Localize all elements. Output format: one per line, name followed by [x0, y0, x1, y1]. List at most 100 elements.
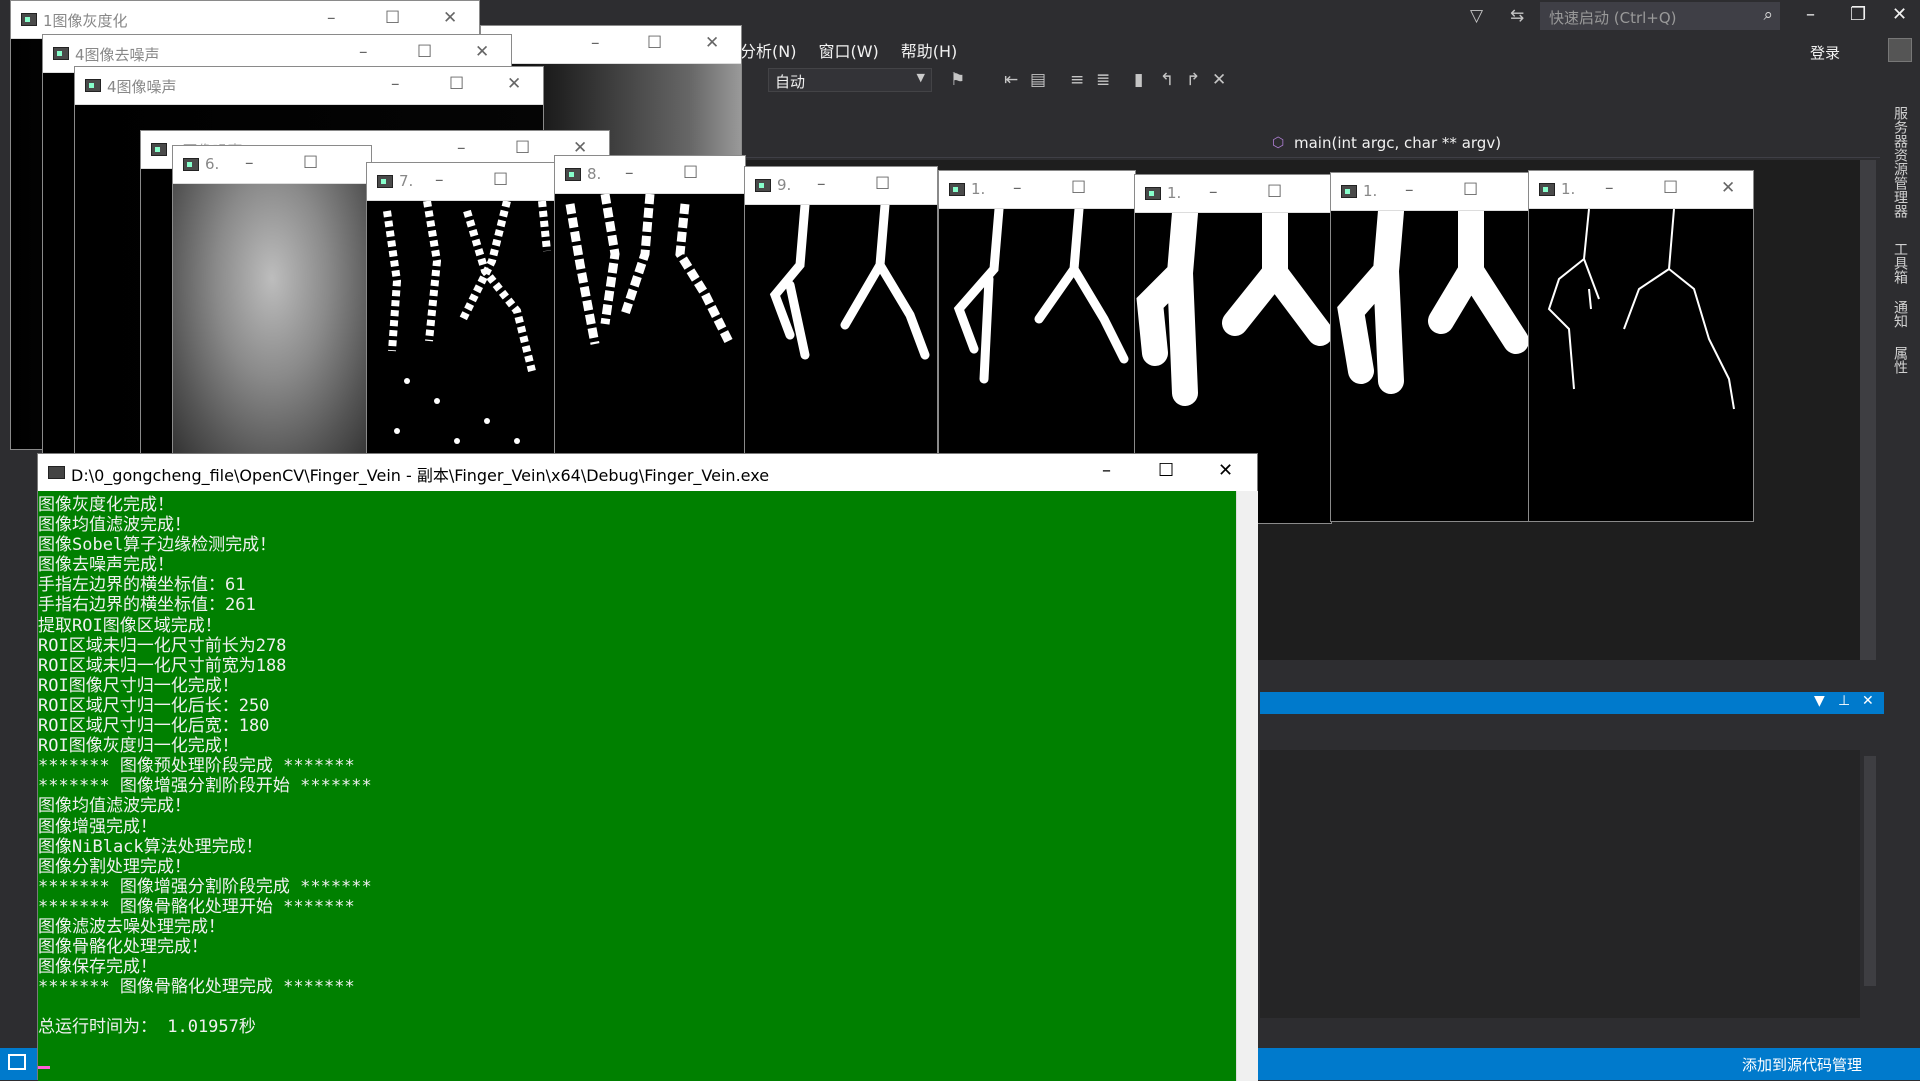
window-title: 8. — [587, 165, 602, 183]
minimize-icon[interactable]: – — [1209, 182, 1218, 202]
maximize-icon[interactable]: ☐ — [875, 174, 890, 194]
title-bar[interactable]: 1. – ☐ — [939, 171, 1135, 209]
window-8[interactable]: 8. – ☐ — [554, 155, 746, 455]
title-bar[interactable]: 9. – ☐ — [745, 167, 937, 205]
window-title: 4图像噪声 — [107, 78, 177, 96]
title-bar[interactable]: 1. – ☐ ✕ — [1529, 171, 1753, 209]
panel-scrollbar[interactable] — [1864, 756, 1876, 986]
close-panel-icon[interactable]: ✕ — [1862, 693, 1874, 709]
title-bar[interactable]: 1. – ☐ — [1135, 175, 1331, 213]
pin-icon[interactable]: ⊥ — [1838, 693, 1850, 709]
maximize-icon[interactable]: ☐ — [683, 163, 698, 183]
window-12[interactable]: 1. – ☐ — [1330, 172, 1530, 522]
minimize-icon[interactable]: – — [1605, 178, 1614, 198]
menu-analyze[interactable]: 分析(N) — [740, 38, 796, 64]
console-output[interactable]: 图像灰度化完成！ 图像均值滤波完成！ 图像Sobel算子边缘检测完成！ 图像去噪声完成… — [38, 491, 1236, 1081]
close-icon[interactable]: ✕ — [1721, 178, 1735, 198]
indent-icon[interactable]: ≡ — [1070, 70, 1084, 90]
avatar[interactable] — [1888, 38, 1912, 62]
maximize-icon[interactable]: ☐ — [385, 8, 400, 28]
output-panel-content[interactable] — [1260, 750, 1860, 1018]
close-icon[interactable]: ✕ — [1892, 4, 1907, 25]
close-icon[interactable]: ✕ — [475, 42, 489, 62]
maximize-icon[interactable]: ☐ — [303, 153, 318, 173]
menu-window[interactable]: 窗口(W) — [818, 38, 878, 64]
console-window[interactable]: D:\0_gongcheng_file\OpenCV\Finger_Vein -… — [37, 453, 1258, 1081]
maximize-icon[interactable]: ☐ — [1267, 182, 1282, 202]
close-icon[interactable]: ✕ — [507, 74, 521, 94]
solution-config-value: 自动 — [775, 73, 806, 91]
notifications-tab[interactable]: 通知 — [1890, 300, 1910, 328]
maximize-icon[interactable]: ☐ — [417, 42, 432, 62]
bookmark-next-icon[interactable]: ↱ — [1186, 70, 1200, 90]
window-6[interactable]: 6. – ☐ — [172, 145, 372, 455]
add-to-source-control[interactable]: 添加到源代码管理 — [1742, 1054, 1862, 1075]
server-explorer-tab[interactable]: 服务器资源管理器 — [1890, 106, 1910, 218]
layout-icon[interactable]: ▤ — [1030, 70, 1046, 90]
minimize-icon[interactable]: – — [1102, 460, 1111, 481]
bookmark-prev-icon[interactable]: ↰ — [1160, 70, 1174, 90]
maximize-icon[interactable]: ☐ — [449, 74, 464, 94]
minimize-icon[interactable]: – — [625, 163, 634, 183]
login-link[interactable]: 登录 — [1810, 42, 1840, 63]
title-bar[interactable]: 6. – ☐ — [173, 146, 371, 184]
console-title-bar[interactable]: D:\0_gongcheng_file\OpenCV\Finger_Vein -… — [38, 454, 1257, 491]
window-9[interactable]: 9. – ☐ — [744, 166, 938, 456]
minimize-icon[interactable]: – — [457, 138, 466, 158]
console-line: ******* 图像增强分割阶段完成 ******* — [38, 876, 372, 897]
toolbox-tab[interactable]: 工具箱 — [1890, 242, 1910, 284]
quick-launch-input[interactable]: 快速启动 (Ctrl+Q) ⌕ — [1540, 2, 1780, 30]
window-7[interactable]: 7. – ☐ — [366, 162, 556, 457]
maximize-icon[interactable]: ☐ — [493, 170, 508, 190]
bookmark-clear-icon[interactable]: ✕ — [1212, 70, 1226, 90]
dropdown-icon[interactable]: ▼ — [1814, 693, 1825, 709]
console-line: 图像滤波去噪处理完成！ — [38, 916, 225, 937]
window-title: 6. — [205, 155, 220, 173]
maximize-icon[interactable]: ☐ — [1158, 460, 1174, 481]
maximize-icon[interactable]: ☐ — [647, 33, 662, 53]
editor-scrollbar[interactable] — [1860, 160, 1876, 660]
title-bar[interactable]: 1. – ☐ — [1331, 173, 1529, 211]
close-icon[interactable]: ✕ — [1218, 460, 1233, 481]
window-icon — [151, 143, 167, 156]
title-bar[interactable]: 7. – ☐ — [367, 163, 555, 201]
window-13[interactable]: 1. – ☐ ✕ — [1528, 170, 1754, 522]
title-bar[interactable]: – ☐ ✕ — [481, 26, 741, 64]
filter-icon[interactable]: ▽ — [1470, 6, 1483, 26]
console-line: 图像去噪声完成！ — [38, 555, 174, 576]
console-line: 图像均值滤波完成！ — [38, 515, 191, 536]
console-line: ******* 图像增强分割阶段开始 ******* — [38, 776, 372, 797]
solution-config-dropdown[interactable]: 自动 ▼ — [768, 68, 932, 92]
minimize-icon[interactable]: – — [591, 33, 600, 53]
close-icon[interactable]: ✕ — [705, 33, 719, 53]
minimize-icon[interactable]: – — [359, 42, 368, 62]
minimize-icon[interactable]: – — [435, 170, 444, 190]
maximize-icon[interactable]: ☐ — [1071, 178, 1086, 198]
maximize-icon[interactable]: ☐ — [515, 138, 530, 158]
minimize-icon[interactable]: – — [817, 174, 826, 194]
minimize-icon[interactable]: – — [245, 153, 254, 173]
window-10[interactable]: 1. – ☐ — [938, 170, 1136, 460]
title-bar[interactable]: 4图像噪声 – ☐ ✕ — [75, 67, 543, 105]
minimize-icon[interactable]: – — [1013, 178, 1022, 198]
close-icon[interactable]: ✕ — [443, 8, 457, 28]
minimize-icon[interactable]: – — [1405, 180, 1414, 200]
title-bar[interactable]: 8. – ☐ — [555, 156, 745, 194]
filtered-image — [939, 204, 1135, 459]
attach-icon[interactable]: ⇤ — [1004, 70, 1018, 90]
maximize-icon[interactable]: ☐ — [1663, 178, 1678, 198]
minimize-icon[interactable]: – — [391, 74, 400, 94]
outdent-icon[interactable]: ≣ — [1096, 70, 1110, 90]
niblack-image — [367, 200, 555, 456]
console-scrollbar[interactable] — [1236, 491, 1258, 1081]
find-icon[interactable]: ⚑ — [950, 70, 965, 90]
minimize-icon[interactable]: – — [327, 8, 336, 28]
menu-help[interactable]: 帮助(H) — [901, 38, 958, 64]
feedback-icon[interactable]: ⇆ — [1510, 6, 1524, 26]
restore-icon[interactable]: ❐ — [1850, 4, 1866, 25]
maximize-icon[interactable]: ☐ — [1463, 180, 1478, 200]
function-dropdown[interactable]: main(int argc, char ** argv) — [1294, 134, 1501, 152]
properties-tab[interactable]: 属性 — [1890, 346, 1910, 374]
minimize-icon[interactable]: – — [1806, 4, 1815, 25]
bookmark-icon[interactable]: ▮ — [1134, 70, 1143, 90]
